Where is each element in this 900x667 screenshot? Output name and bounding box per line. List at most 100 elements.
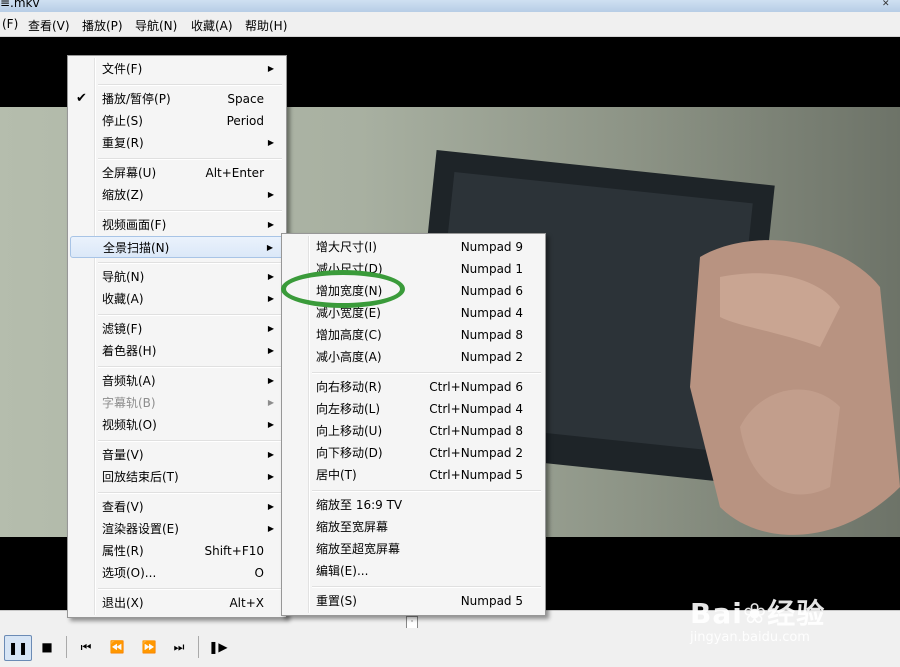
- menu-item-label: 缩放至宽屏幕: [316, 520, 389, 534]
- menu-item-label: 缩放至超宽屏幕: [316, 542, 401, 556]
- menu-item-label: 向右移动(R): [316, 380, 382, 394]
- menu-help[interactable]: 帮助(H): [245, 17, 287, 34]
- menu-item-label: 着色器(H): [102, 344, 157, 358]
- submenu-item-edit[interactable]: 编辑(E)...: [284, 560, 543, 582]
- menu-item-label: 属性(R): [102, 544, 144, 558]
- menu-item-label: 全屏幕(U): [102, 166, 157, 180]
- submenu-arrow-icon: ▶: [267, 472, 274, 481]
- menu-item-renderer-settings[interactable]: 渲染器设置(E) ▶: [70, 518, 284, 540]
- submenu-arrow-icon: ▶: [267, 398, 274, 407]
- menu-item-label: 视频画面(F): [102, 218, 167, 232]
- submenu-arrow-icon: ▶: [267, 64, 274, 73]
- forward-button[interactable]: ⏩: [136, 635, 162, 659]
- submenu-item-move-up[interactable]: 向上移动(U) Ctrl+Numpad 8: [284, 420, 543, 442]
- menu-item-shortcut: Shift+F10: [204, 544, 264, 558]
- menu-item-label: 全景扫描(N): [103, 241, 170, 255]
- menu-separator: [98, 588, 282, 590]
- menu-item-file[interactable]: 文件(F) ▶: [70, 58, 284, 80]
- menu-item-shortcut: Alt+Enter: [205, 166, 264, 180]
- menu-item-label: 向左移动(L): [316, 402, 381, 416]
- submenu-arrow-icon: ▶: [267, 324, 274, 333]
- rewind-button[interactable]: ⏪: [104, 635, 130, 659]
- menu-item-navigate[interactable]: 导航(N) ▶: [70, 266, 284, 288]
- submenu-item-zoom-ultrawide[interactable]: 缩放至超宽屏幕: [284, 538, 543, 560]
- submenu-arrow-icon: ▶: [267, 502, 274, 511]
- menu-item-volume[interactable]: 音量(V) ▶: [70, 444, 284, 466]
- menu-separator: [98, 366, 282, 368]
- pause-button[interactable]: ❚❚: [4, 635, 32, 661]
- stop-button[interactable]: ■: [34, 635, 60, 659]
- menu-item-shaders[interactable]: 着色器(H) ▶: [70, 340, 284, 362]
- menu-item-shortcut: Ctrl+Numpad 4: [429, 402, 523, 416]
- menu-separator: [312, 586, 541, 588]
- menu-item-properties[interactable]: 属性(R) Shift+F10: [70, 540, 284, 562]
- menu-item-audio-track[interactable]: 音频轨(A) ▶: [70, 370, 284, 392]
- menu-separator: [98, 314, 282, 316]
- menu-item-options[interactable]: 选项(O)... O: [70, 562, 284, 584]
- submenu-arrow-icon: ▶: [267, 220, 274, 229]
- menu-item-filters[interactable]: 滤镜(F) ▶: [70, 318, 284, 340]
- submenu-item-move-left[interactable]: 向左移动(L) Ctrl+Numpad 4: [284, 398, 543, 420]
- menu-item-zoom[interactable]: 缩放(Z) ▶: [70, 184, 284, 206]
- submenu-item-move-down[interactable]: 向下移动(D) Ctrl+Numpad 2: [284, 442, 543, 464]
- next-button[interactable]: ⏭: [166, 635, 192, 659]
- submenu-arrow-icon: ▶: [267, 450, 274, 459]
- menu-item-label: 渲染器设置(E): [102, 522, 179, 536]
- menu-item-exit[interactable]: 退出(X) Alt+X: [70, 592, 284, 614]
- menu-item-shortcut: Numpad 6: [460, 284, 523, 298]
- menu-bar: (F) 查看(V) 播放(P) 导航(N) 收藏(A) 帮助(H): [0, 12, 900, 37]
- menu-navigate[interactable]: 导航(N): [135, 17, 177, 34]
- menu-item-shortcut: Numpad 1: [460, 262, 523, 276]
- menu-item-label: 增大尺寸(I): [316, 240, 377, 254]
- watermark-logo: Bai❀经验: [690, 597, 826, 630]
- menu-play[interactable]: 播放(P): [82, 17, 123, 34]
- menu-item-label: 导航(N): [102, 270, 145, 284]
- menu-item-play-pause[interactable]: ✔ 播放/暂停(P) Space: [70, 88, 284, 110]
- menu-item-fullscreen[interactable]: 全屏幕(U) Alt+Enter: [70, 162, 284, 184]
- menu-favorites[interactable]: 收藏(A): [191, 17, 233, 34]
- menu-item-label: 选项(O)...: [102, 566, 157, 580]
- menu-item-label: 播放/暂停(P): [102, 92, 171, 106]
- menu-separator: [98, 158, 282, 160]
- watermark-url: jingyan.baidu.com: [690, 630, 810, 645]
- submenu-item-move-right[interactable]: 向右移动(R) Ctrl+Numpad 6: [284, 376, 543, 398]
- menu-item-shortcut: Numpad 2: [460, 350, 523, 364]
- menu-item-label: 文件(F): [102, 62, 143, 76]
- baidu-jingyan-watermark: Bai❀经验 jingyan.baidu.com: [690, 570, 890, 660]
- menu-separator: [98, 492, 282, 494]
- frame-step-button[interactable]: ❚▶: [205, 635, 231, 659]
- submenu-item-zoom-16-9[interactable]: 缩放至 16:9 TV: [284, 494, 543, 516]
- submenu-item-decrease-height[interactable]: 减小高度(A) Numpad 2: [284, 346, 543, 368]
- submenu-arrow-icon: ▶: [267, 294, 274, 303]
- menu-item-shortcut: O: [254, 566, 264, 580]
- menu-item-shortcut: Ctrl+Numpad 6: [429, 380, 523, 394]
- menu-item-label: 音量(V): [102, 448, 144, 462]
- menu-item-stop[interactable]: 停止(S) Period: [70, 110, 284, 132]
- menu-item-video-frame[interactable]: 视频画面(F) ▶: [70, 214, 284, 236]
- menu-item-shortcut: Numpad 5: [460, 594, 523, 608]
- submenu-item-zoom-widescreen[interactable]: 缩放至宽屏幕: [284, 516, 543, 538]
- menu-item-shortcut: Numpad 4: [460, 306, 523, 320]
- close-icon[interactable]: ✕: [882, 0, 898, 10]
- menu-item-label: 缩放至 16:9 TV: [316, 498, 403, 512]
- menu-separator: [312, 372, 541, 374]
- menu-item-video-track[interactable]: 视频轨(O) ▶: [70, 414, 284, 436]
- menu-item-repeat[interactable]: 重复(R) ▶: [70, 132, 284, 154]
- submenu-item-reset[interactable]: 重置(S) Numpad 5: [284, 590, 543, 612]
- submenu-item-center[interactable]: 居中(T) Ctrl+Numpad 5: [284, 464, 543, 486]
- submenu-item-increase-size[interactable]: 增大尺寸(I) Numpad 9: [284, 236, 543, 258]
- prev-button[interactable]: ⏮: [73, 635, 99, 659]
- menu-item-label: 缩放(Z): [102, 188, 144, 202]
- submenu-arrow-icon: ▶: [267, 524, 274, 533]
- submenu-item-increase-height[interactable]: 增加高度(C) Numpad 8: [284, 324, 543, 346]
- menu-item-favorites[interactable]: 收藏(A) ▶: [70, 288, 284, 310]
- menu-item-label: 重复(R): [102, 136, 144, 150]
- submenu-arrow-icon: ▶: [267, 376, 274, 385]
- menu-view[interactable]: 查看(V): [28, 17, 70, 34]
- submenu-arrow-icon: ▶: [266, 243, 273, 252]
- menu-item-view[interactable]: 查看(V) ▶: [70, 496, 284, 518]
- submenu-arrow-icon: ▶: [267, 138, 274, 147]
- menu-file[interactable]: (F): [2, 17, 18, 31]
- menu-item-after-playback[interactable]: 回放结束后(T) ▶: [70, 466, 284, 488]
- menu-item-pan-scan[interactable]: 全景扫描(N) ▶: [70, 236, 284, 258]
